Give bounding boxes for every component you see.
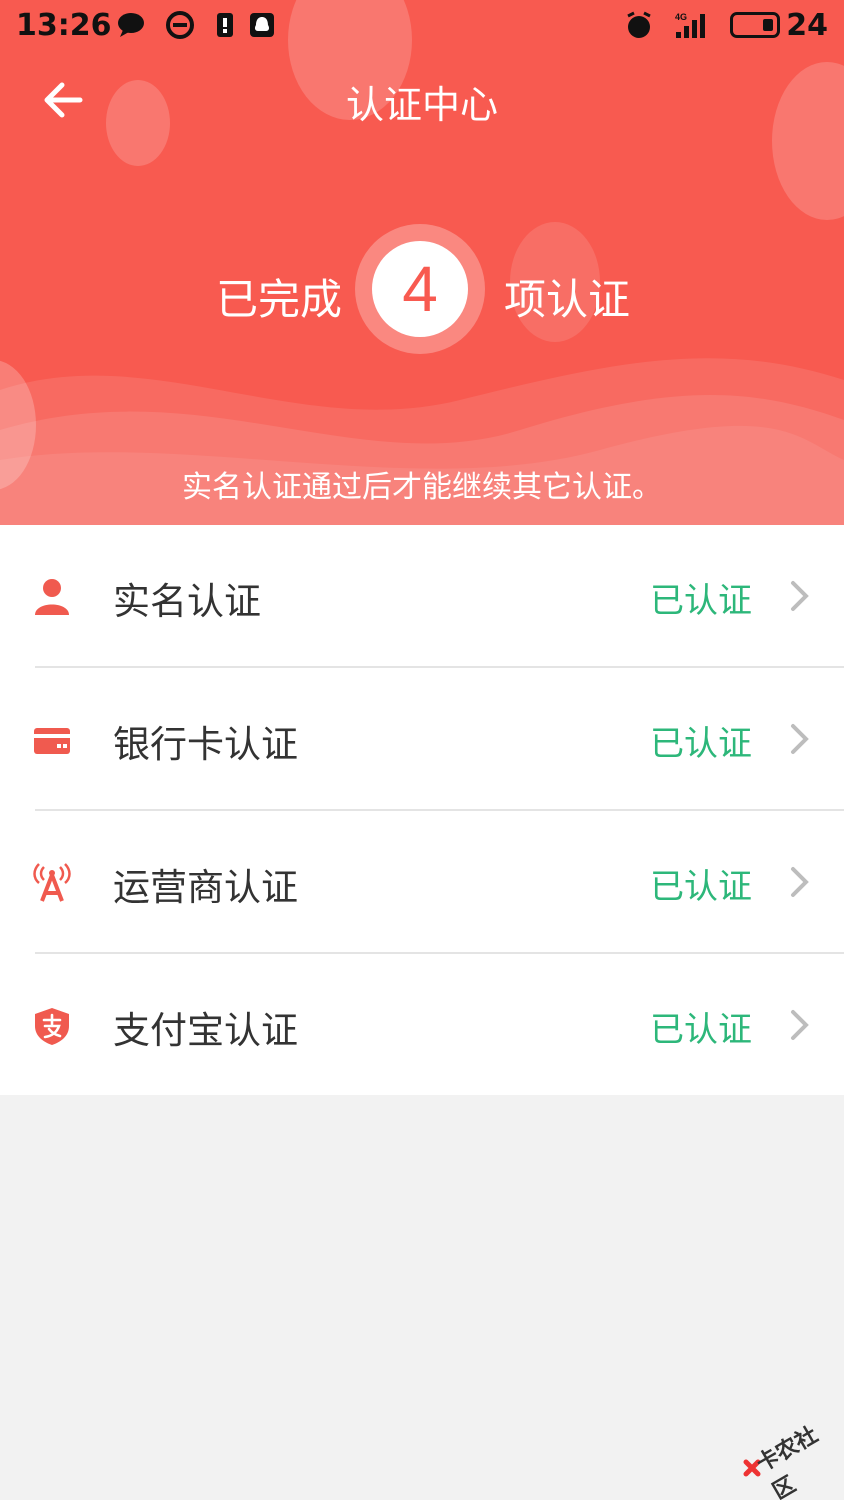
signal-tower-icon — [33, 863, 71, 902]
chevron-right-icon — [791, 867, 809, 897]
list-item-alipay[interactable]: 支付宝认证 已认证 — [0, 954, 844, 1096]
person-icon — [35, 579, 69, 615]
list-item-real-name[interactable]: 实名认证 已认证 — [0, 525, 844, 667]
qq-icon — [250, 13, 274, 37]
completed-suffix: 项认证 — [504, 275, 631, 324]
chevron-right-icon — [791, 724, 809, 754]
list-item-label: 实名认证 — [113, 580, 261, 623]
sim-alert-icon — [217, 13, 233, 37]
alarm-icon — [627, 11, 651, 38]
chat-bubble-icon — [118, 13, 144, 37]
page-title: 认证中心 — [345, 83, 498, 127]
completed-count: 4 — [372, 241, 468, 337]
list-item-label: 运营商认证 — [113, 866, 298, 909]
signal-4g-icon: 4G — [675, 12, 705, 38]
list-item-label: 银行卡认证 — [113, 723, 298, 766]
verification-hint: 实名认证通过后才能继续其它认证。 — [182, 470, 662, 505]
status-bar: 13:26 4G 24 — [0, 0, 844, 52]
face-icon — [166, 11, 194, 39]
svg-text:4G: 4G — [675, 12, 687, 22]
status-badge: 已认证 — [650, 581, 752, 621]
list-item-bank-card[interactable]: 银行卡认证 已认证 — [0, 668, 844, 810]
status-badge: 已认证 — [650, 867, 752, 907]
header-banner: 13:26 4G 24 认证中心 已完成 4 项认证 实名认证通过后才能继续其它 — [0, 0, 844, 525]
alipay-shield-icon — [35, 1008, 69, 1045]
chevron-right-icon — [791, 1010, 809, 1040]
battery-icon — [730, 12, 780, 38]
list-item-carrier[interactable]: 运营商认证 已认证 — [0, 811, 844, 953]
status-time: 13:26 — [16, 8, 112, 43]
status-badge: 已认证 — [650, 724, 752, 764]
list-item-label: 支付宝认证 — [113, 1009, 298, 1052]
bank-card-icon — [34, 728, 70, 754]
status-badge: 已认证 — [650, 1010, 752, 1050]
battery-level: 24 — [786, 8, 828, 43]
chevron-right-icon — [791, 581, 809, 611]
completed-prefix: 已完成 — [216, 275, 343, 324]
verification-list: 实名认证 已认证 银行卡认证 已认证 运营商认证 已认证 支付宝认证 已认证 — [0, 525, 844, 1095]
